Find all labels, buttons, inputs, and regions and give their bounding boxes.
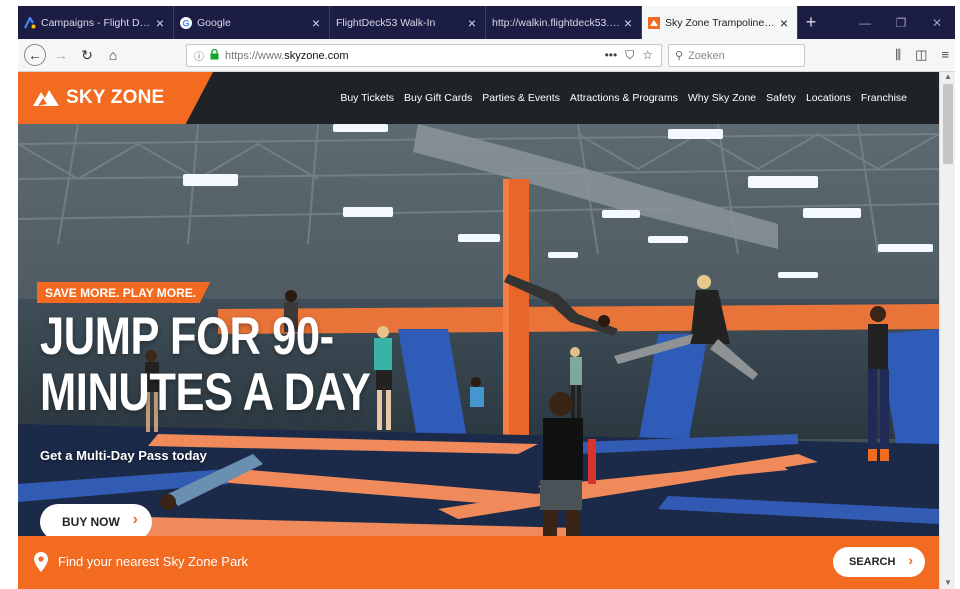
browser-tab-strip: Campaigns - Flight Deck 53 × G Google × …: [18, 6, 955, 39]
tab-google[interactable]: G Google ×: [174, 6, 330, 39]
pocket-icon[interactable]: ⛉: [625, 48, 634, 63]
toolbar-right: ⫼ ◫ ≡: [895, 47, 949, 63]
hero-headline: JUMP FOR 90- MINUTES A DAY: [40, 307, 371, 422]
nav-buy-gift-cards[interactable]: Buy Gift Cards: [404, 92, 472, 104]
scroll-up-icon[interactable]: ▲: [940, 72, 956, 81]
hamburger-menu-icon[interactable]: ≡: [941, 47, 949, 63]
page-scrollbar[interactable]: ▲ ▼: [939, 72, 955, 589]
find-park-text[interactable]: Find your nearest Sky Zone Park: [58, 554, 248, 569]
scrollbar-thumb[interactable]: [943, 84, 953, 164]
webpage: SKY ZONE Buy Tickets Buy Gift Cards Part…: [18, 72, 939, 589]
nav-franchise[interactable]: Franchise: [861, 92, 907, 104]
tab-label: http://walkin.flightdeck53.com/w: [492, 16, 621, 29]
tab-close-icon[interactable]: ×: [621, 15, 635, 31]
tab-campaigns[interactable]: Campaigns - Flight Deck 53 ×: [18, 6, 174, 39]
home-icon[interactable]: ⌂: [102, 44, 124, 66]
buy-now-label: BUY NOW: [62, 515, 120, 529]
page-actions-menu-icon[interactable]: •••: [605, 48, 618, 63]
tab-close-icon[interactable]: ×: [153, 15, 167, 31]
search-placeholder: Zoeken: [688, 49, 725, 62]
location-pin-icon: [34, 552, 48, 572]
tab-label: FlightDeck53 Walk-In: [336, 16, 436, 29]
nav-buy-tickets[interactable]: Buy Tickets: [340, 92, 394, 104]
buy-now-button[interactable]: BUY NOW ›: [40, 504, 152, 536]
tab-label: Google: [197, 16, 231, 29]
tab-skyzone[interactable]: Sky Zone Trampoline Park | Jump ×: [642, 6, 798, 39]
site-header: SKY ZONE Buy Tickets Buy Gift Cards Part…: [18, 72, 939, 124]
nav-attractions-programs[interactable]: Attractions & Programs: [570, 92, 678, 104]
tab-walkin-url[interactable]: http://walkin.flightdeck53.com/w ×: [486, 6, 642, 39]
info-icon[interactable]: ⓘ: [191, 48, 207, 63]
promo-tag: SAVE MORE. PLAY MORE.: [37, 282, 211, 303]
bookmark-star-icon[interactable]: ☆: [642, 48, 653, 63]
library-icon[interactable]: ⫼: [895, 47, 901, 63]
tab-walkin[interactable]: FlightDeck53 Walk-In ×: [330, 6, 486, 39]
site-logo[interactable]: SKY ZONE: [18, 72, 213, 124]
lock-icon: [207, 48, 221, 63]
ads-icon: [24, 16, 36, 29]
nav-safety[interactable]: Safety: [766, 92, 796, 104]
skyzone-icon: [648, 16, 660, 29]
search-input[interactable]: ⚲ Zoeken: [668, 44, 805, 67]
nav-locations[interactable]: Locations: [806, 92, 851, 104]
hero-banner: SAVE MORE. PLAY MORE. JUMP FOR 90- MINUT…: [18, 124, 939, 536]
search-button-label: SEARCH: [849, 556, 896, 568]
sidebar-icon[interactable]: ◫: [915, 47, 927, 63]
tab-close-icon[interactable]: ×: [777, 15, 791, 31]
logo-text: SKY ZONE: [66, 87, 165, 108]
skyzone-logo-icon: [33, 90, 59, 106]
google-icon: G: [180, 16, 192, 29]
headline-line-2: MINUTES A DAY: [40, 363, 371, 422]
hero-subline: Get a Multi-Day Pass today: [40, 448, 207, 463]
chevron-right-icon: ›: [908, 552, 913, 568]
scroll-down-icon[interactable]: ▼: [940, 578, 956, 587]
chevron-right-icon: ›: [132, 511, 138, 528]
url-protocol: https://www.: [225, 49, 285, 62]
tab-label: Campaigns - Flight Deck 53: [41, 16, 153, 29]
search-icon: ⚲: [675, 50, 684, 62]
find-park-bar: Find your nearest Sky Zone Park SEARCH ›: [18, 536, 939, 589]
url-domain: skyzone.com: [284, 49, 349, 62]
close-window-icon[interactable]: ✕: [919, 16, 955, 30]
tab-label: Sky Zone Trampoline Park | Jump: [665, 16, 777, 29]
main-menu: Buy Tickets Buy Gift Cards Parties & Eve…: [340, 72, 907, 124]
back-arrow-icon[interactable]: ←: [24, 44, 46, 66]
maximize-icon[interactable]: ❐: [883, 16, 919, 30]
tab-close-icon[interactable]: ×: [309, 15, 323, 31]
nav-why-sky-zone[interactable]: Why Sky Zone: [688, 92, 756, 104]
forward-arrow-icon[interactable]: →: [50, 44, 72, 66]
window-controls: — ❐ ✕: [847, 6, 955, 39]
tab-close-icon[interactable]: ×: [465, 15, 479, 31]
headline-line-1: JUMP FOR 90-: [40, 307, 334, 366]
url-bar[interactable]: ⓘ https://www. skyzone.com ••• ⛉ ☆: [186, 44, 662, 67]
browser-nav-bar: ← → ↻ ⌂ ⓘ https://www. skyzone.com ••• ⛉ …: [18, 39, 955, 72]
url-actions: ••• ⛉ ☆: [605, 48, 653, 63]
new-tab-button[interactable]: +: [798, 6, 824, 39]
nav-parties-events[interactable]: Parties & Events: [482, 92, 560, 104]
minimize-icon[interactable]: —: [847, 16, 883, 30]
search-button[interactable]: SEARCH ›: [833, 547, 925, 577]
reload-icon[interactable]: ↻: [76, 44, 98, 66]
svg-text:G: G: [182, 18, 189, 28]
